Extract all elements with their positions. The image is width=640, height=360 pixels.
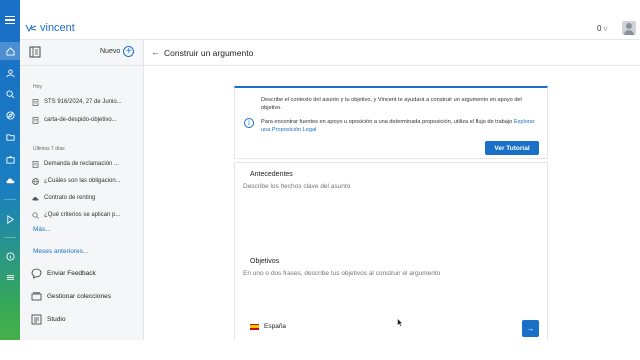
argument-form: Antecedentes Objetivos España → <box>234 162 548 340</box>
folder-icon[interactable] <box>0 128 20 146</box>
previous-months-link[interactable]: Meses anteriores... <box>33 248 88 255</box>
manage-collections-label: Gestionar colecciones <box>47 292 111 300</box>
document-icon <box>32 116 39 124</box>
info-workflow-text: Para encontrar fuentes en apoyo u oposic… <box>261 118 543 134</box>
play-icon[interactable] <box>0 210 20 228</box>
send-feedback-button[interactable]: Enviar Feedback <box>31 265 96 281</box>
send-feedback-label: Enviar Feedback <box>47 269 96 277</box>
history-item-label: ¿Cuáles son las obligacion... <box>44 178 121 184</box>
user-avatar[interactable] <box>622 21 636 35</box>
new-button[interactable]: Nuevo + <box>100 46 135 57</box>
back-arrow-icon[interactable]: ← <box>151 47 160 57</box>
history-item[interactable]: STS 916/2024, 27 de Junio... <box>32 95 140 109</box>
page-header: ← Construir un argumento <box>144 40 640 66</box>
plus-icon: + <box>123 46 135 57</box>
document-icon <box>32 98 39 106</box>
page-title: Construir un argumento <box>164 48 254 58</box>
globe-icon <box>32 177 39 185</box>
home-icon[interactable] <box>0 42 20 60</box>
new-button-label: Nuevo <box>100 48 121 55</box>
sidebar-header: Nuevo + <box>20 40 144 66</box>
logo-text: vincent <box>40 22 75 34</box>
credits-counter[interactable]: 0V <box>597 24 607 33</box>
history-item[interactable]: carta-de-despido-objetivo... <box>32 113 140 127</box>
credits-value: 0 <box>597 24 602 33</box>
history-item-label: STS 916/2024, 27 de Junio... <box>44 99 122 105</box>
more-link[interactable]: Más... <box>33 226 51 233</box>
language-selector[interactable]: España <box>250 323 286 330</box>
vincent-logo[interactable]: vincent <box>25 22 75 34</box>
history-item[interactable]: ¿Qué criterios se aplican p... <box>32 208 140 222</box>
cloud-icon <box>32 195 39 202</box>
document-icon <box>32 160 39 168</box>
collections-icon <box>31 291 42 300</box>
objetivos-input[interactable] <box>243 270 539 315</box>
top-bar: vincent 0V <box>0 0 640 40</box>
history-item[interactable]: ¿Cuáles son las obligacion... <box>32 174 140 188</box>
history-item-label: ¿Qué criterios se aplican p... <box>44 212 121 218</box>
main-panel: ← Construir un argumento i Describe el c… <box>144 40 640 340</box>
studio-button[interactable]: Studio <box>31 311 65 327</box>
vincent-logo-icon <box>25 24 37 32</box>
objetivos-label: Objetivos <box>250 258 280 265</box>
manage-collections-button[interactable]: Gestionar colecciones <box>31 288 111 304</box>
book-icon[interactable] <box>29 46 41 58</box>
briefcase-icon[interactable] <box>0 150 20 168</box>
credits-caret: V <box>603 27 608 33</box>
history-item[interactable]: Demanda de reclamación ... <box>32 157 140 171</box>
submit-button[interactable]: → <box>522 320 539 337</box>
history-sidebar: Nuevo + Hoy STS 916/2024, 27 de Junio...… <box>20 40 144 340</box>
search-icon <box>32 211 39 219</box>
history-item[interactable]: Contrato de renting <box>32 191 140 205</box>
list-icon[interactable] <box>0 268 20 286</box>
info-panel: i Describe el contexto del asunto y tu o… <box>234 86 548 159</box>
cloud-icon[interactable] <box>0 171 20 189</box>
spain-flag-icon <box>250 323 259 330</box>
history-item-label: Contrato de renting <box>44 195 96 201</box>
history-item-label: carta-de-despido-objetivo... <box>44 117 117 123</box>
text-cursor-icon <box>397 318 403 327</box>
compass-icon[interactable] <box>0 106 20 124</box>
studio-icon <box>31 314 42 324</box>
arrow-right-icon: → <box>526 324 535 333</box>
section-today: Hoy <box>33 84 42 90</box>
antecedentes-label: Antecedentes <box>250 171 293 178</box>
antecedentes-input[interactable] <box>243 183 539 253</box>
studio-label: Studio <box>47 315 66 323</box>
history-item-label: Demanda de reclamación ... <box>44 161 120 167</box>
info-icon: i <box>244 118 254 128</box>
view-tutorial-button[interactable]: Ver Tutorial <box>485 141 539 155</box>
chat-bubble-icon <box>31 268 42 279</box>
info-icon[interactable] <box>0 247 20 265</box>
info-workflow-prefix: Para encontrar fuentes en apoyo u oposic… <box>261 119 513 125</box>
language-label: España <box>264 323 287 330</box>
icon-rail <box>0 40 20 340</box>
section-last-7-days: Últimos 7 días <box>33 146 65 152</box>
info-description: Describe el contexto del asunto y tu obj… <box>261 97 522 111</box>
user-icon[interactable] <box>0 64 20 82</box>
search-icon[interactable] <box>0 85 20 103</box>
hamburger-menu-icon[interactable] <box>0 0 20 40</box>
